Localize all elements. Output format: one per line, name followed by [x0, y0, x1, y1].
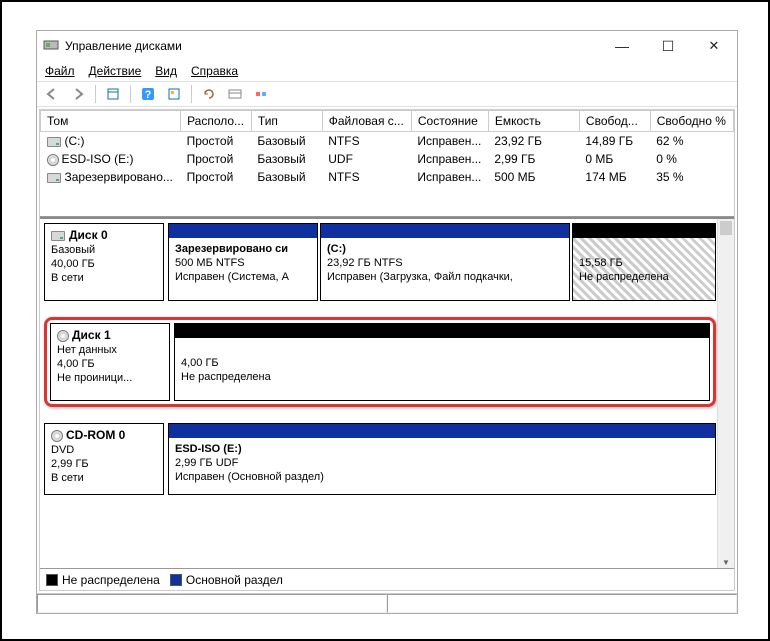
toolbar: ? — [37, 81, 737, 107]
legend-unallocated: Не распределена — [46, 573, 160, 587]
back-button[interactable] — [41, 83, 63, 105]
partition-bar — [175, 324, 709, 338]
menu-file[interactable]: Файл — [45, 64, 75, 78]
partition[interactable]: ESD-ISO (E:)2,99 ГБ UDFИсправен (Основно… — [168, 423, 716, 495]
disk-icon — [57, 330, 69, 342]
close-button[interactable]: ✕ — [691, 31, 737, 61]
partition-unallocated[interactable]: 15,58 ГБНе распределена — [572, 223, 716, 301]
disk-row-0[interactable]: Диск 0 Базовый 40,00 ГБ В сети Зарезерви… — [44, 223, 716, 301]
toolbar-btn-1[interactable] — [102, 83, 124, 105]
col-volume[interactable]: Том — [41, 111, 181, 132]
partition[interactable]: (C:)23,92 ГБ NTFSИсправен (Загрузка, Фай… — [320, 223, 570, 301]
window-title: Управление дисками — [65, 39, 182, 53]
menu-action[interactable]: Действие — [89, 64, 142, 78]
volume-row[interactable]: (C:) ПростойБазовыйNTFSИсправен...23,92 … — [41, 132, 734, 151]
hdd-icon — [47, 173, 61, 183]
svg-text:?: ? — [145, 89, 152, 101]
col-type[interactable]: Тип — [251, 111, 322, 132]
volume-row[interactable]: ESD-ISO (E:) ПростойБазовыйUDFИсправен..… — [41, 150, 734, 168]
menu-view[interactable]: Вид — [155, 64, 177, 78]
hdd-icon — [47, 137, 61, 147]
volume-row[interactable]: Зарезервировано... ПростойБазовыйNTFSИсп… — [41, 168, 734, 186]
disk-header[interactable]: Диск 1 Нет данных 4,00 ГБ Не проиници... — [50, 323, 170, 401]
menubar: Файл Действие Вид Справка — [37, 61, 737, 81]
forward-button[interactable] — [67, 83, 89, 105]
disk-header[interactable]: CD-ROM 0 DVD 2,99 ГБ В сети — [44, 423, 164, 495]
col-free[interactable]: Свобод... — [579, 111, 650, 132]
maximize-button[interactable]: ☐ — [645, 31, 691, 61]
legend-primary: Основной раздел — [170, 573, 283, 587]
vertical-scrollbar[interactable]: ▲ ▼ — [717, 219, 734, 568]
col-status[interactable]: Состояние — [411, 111, 488, 132]
col-freepct[interactable]: Свободно % — [650, 111, 733, 132]
help-button[interactable]: ? — [137, 83, 159, 105]
partition[interactable]: Зарезервировано си500 МБ NTFSИсправен (С… — [168, 223, 318, 301]
graphical-view: ▲ ▼ Диск 0 Базовый 40,00 ГБ В сети За — [40, 217, 734, 568]
statusbar — [37, 593, 737, 613]
refresh-button[interactable] — [198, 83, 220, 105]
partition-unallocated[interactable]: 4,00 ГБНе распределена — [174, 323, 710, 401]
menu-help[interactable]: Справка — [191, 64, 238, 78]
col-fs[interactable]: Файловая с... — [322, 111, 411, 132]
col-layout[interactable]: Располо... — [181, 111, 252, 132]
partition-bar — [169, 224, 317, 238]
column-headers[interactable]: Том Располо... Тип Файловая с... Состоян… — [41, 111, 734, 132]
legend: Не распределена Основной раздел — [40, 568, 734, 590]
titlebar: Управление дисками — ☐ ✕ — [37, 31, 737, 61]
hdd-icon — [51, 231, 65, 241]
col-capacity[interactable]: Емкость — [488, 111, 579, 132]
disk-management-window: Управление дисками — ☐ ✕ Файл Действие В… — [36, 30, 738, 614]
scroll-thumb[interactable] — [720, 221, 732, 235]
partition-bar — [321, 224, 569, 238]
dvd-icon — [51, 430, 63, 442]
scroll-down-icon[interactable]: ▼ — [718, 558, 734, 567]
partition-bar — [573, 224, 715, 238]
volume-list[interactable]: Том Располо... Тип Файловая с... Состоян… — [40, 110, 734, 217]
toolbar-btn-6[interactable] — [250, 83, 272, 105]
partition-bar — [169, 424, 715, 438]
app-icon — [43, 37, 59, 56]
toolbar-btn-3[interactable] — [163, 83, 185, 105]
minimize-button[interactable]: — — [599, 31, 645, 61]
disk-row-cdrom[interactable]: CD-ROM 0 DVD 2,99 ГБ В сети ESD-ISO (E:)… — [44, 423, 716, 495]
toolbar-btn-5[interactable] — [224, 83, 246, 105]
disk-header[interactable]: Диск 0 Базовый 40,00 ГБ В сети — [44, 223, 164, 301]
content-area: Том Располо... Тип Файловая с... Состоян… — [39, 109, 735, 591]
disk-row-1[interactable]: Диск 1 Нет данных 4,00 ГБ Не проиници...… — [44, 317, 716, 407]
dvd-icon — [47, 154, 59, 166]
